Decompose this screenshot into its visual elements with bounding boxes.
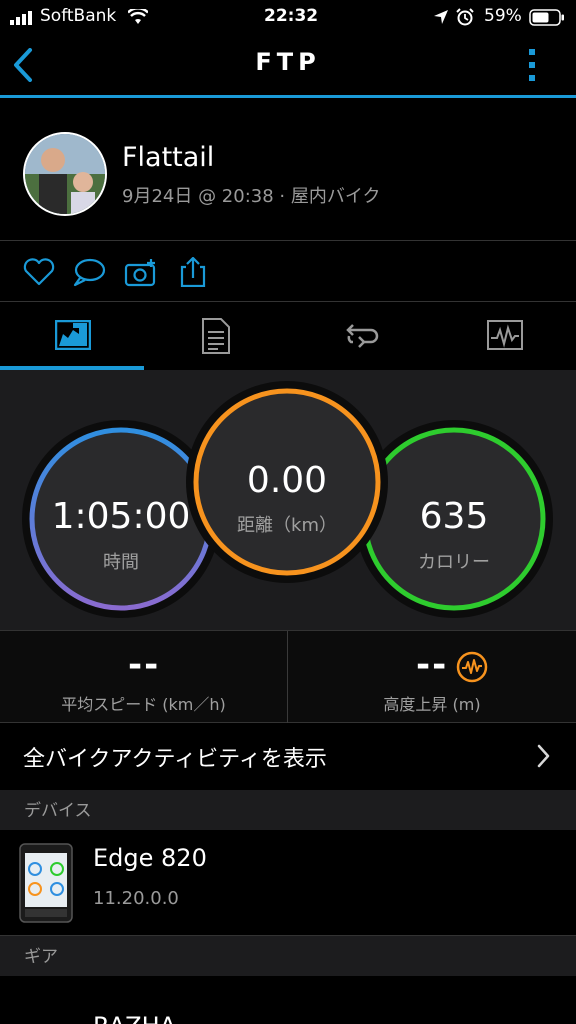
- calories-label: カロリー: [418, 552, 490, 573]
- activity-header: Flattail 9月24日 @ 20:38 · 屋内バイク: [0, 98, 576, 241]
- secondary-stats: -- 平均スピード (km／h) -- 高度上昇 (m): [0, 630, 576, 724]
- avatar-photo: [25, 134, 105, 214]
- device-section-label: デバイス: [24, 801, 92, 821]
- carrier-name: SoftBank: [40, 6, 117, 26]
- activity-meta: 9月24日 @ 20:38 · 屋内バイク: [122, 186, 381, 207]
- tab-stats[interactable]: [144, 302, 288, 370]
- tab-laps[interactable]: [288, 302, 432, 370]
- time-value: 1:05:00: [51, 496, 191, 537]
- battery-percent: 59%: [484, 6, 522, 26]
- all-bike-activities-label: 全バイクアクティビティを表示: [23, 747, 327, 772]
- status-bar: SoftBank 22:32 59%: [0, 0, 576, 34]
- location-icon: [434, 10, 448, 24]
- tab-charts[interactable]: [432, 302, 576, 370]
- user-name[interactable]: Flattail: [122, 142, 214, 173]
- elevation-value: --: [416, 645, 449, 685]
- add-photo-icon[interactable]: [124, 257, 158, 287]
- gear-name: RAZHA: [93, 1012, 176, 1024]
- clock: 22:32: [264, 6, 319, 26]
- action-row: [0, 241, 576, 302]
- battery-icon: [529, 9, 564, 26]
- distance-value: 0.00: [246, 460, 328, 501]
- device-row[interactable]: Edge 820 11.20.0.0: [0, 830, 576, 936]
- share-icon[interactable]: [176, 257, 210, 287]
- time-label: 時間: [103, 552, 139, 573]
- all-bike-activities-row[interactable]: 全バイクアクティビティを表示: [0, 723, 576, 790]
- overview-chart-icon: [55, 320, 91, 350]
- comment-icon[interactable]: [72, 257, 106, 287]
- gear-section-header: ギア: [0, 936, 576, 976]
- nav-bar: FTP: [0, 34, 576, 98]
- more-options-icon[interactable]: [527, 48, 537, 82]
- laps-loop-icon: [346, 324, 379, 348]
- gear-section-label: ギア: [24, 947, 58, 967]
- device-name: Edge 820: [93, 844, 207, 872]
- gear-row[interactable]: RAZHA: [0, 976, 576, 1024]
- avatar[interactable]: [23, 132, 107, 216]
- activity-graph-icon: [487, 320, 523, 350]
- elevation-sensor-icon[interactable]: [456, 651, 488, 683]
- alarm-icon: [456, 8, 474, 26]
- chevron-right-icon: [537, 744, 550, 768]
- tab-overview[interactable]: [0, 302, 144, 370]
- distance-label: 距離（km）: [237, 515, 337, 536]
- wifi-icon: [128, 9, 148, 24]
- avg-speed-label: 平均スピード (km／h): [61, 695, 226, 714]
- avg-speed-value: --: [128, 645, 161, 685]
- device-version: 11.20.0.0: [93, 888, 179, 909]
- page-title: FTP: [255, 48, 321, 76]
- metrics-panel: 1:05:00 時間 0.00 距離（km） 635 カロリー: [0, 370, 576, 630]
- document-list-icon: [202, 318, 230, 354]
- calories-value: 635: [419, 496, 489, 537]
- like-heart-icon[interactable]: [22, 257, 56, 287]
- device-section-header: デバイス: [0, 790, 576, 830]
- signal-icon: [10, 11, 32, 25]
- device-image: [19, 843, 73, 923]
- elevation-label: 高度上昇 (m): [383, 695, 481, 714]
- tab-bar: [0, 302, 576, 370]
